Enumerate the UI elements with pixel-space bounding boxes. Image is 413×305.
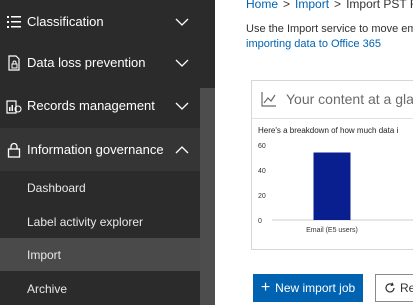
nav-item-label: Data loss prevention: [27, 55, 146, 70]
new-import-job-button[interactable]: + New import job: [253, 274, 363, 302]
breadcrumb: Home > Import > Import PST Fi: [246, 0, 413, 11]
y-tick-label-2: 40: [258, 168, 266, 175]
scrollbar-track: [200, 0, 215, 88]
y-tick-label-0: 0: [258, 218, 262, 225]
nav-item-information-governance[interactable]: Information governance: [0, 128, 215, 171]
breadcrumb-separator: >: [283, 0, 291, 11]
sidebar-scrollbar[interactable]: [200, 88, 215, 305]
sub-item-label: Import: [27, 247, 62, 262]
records-icon: [6, 99, 22, 114]
nav-item-records-management[interactable]: Records management: [0, 84, 215, 127]
nav-item-classification[interactable]: Classification: [0, 0, 215, 43]
new-import-job-label: New import job: [275, 281, 356, 295]
sidebar-item-import[interactable]: Import: [0, 238, 200, 271]
content-summary-card: Your content at a glanc Here's a breakdo…: [251, 80, 413, 250]
breadcrumb-separator: >: [334, 0, 342, 11]
chevron-up-icon: [175, 145, 189, 153]
lock-icon: [7, 142, 21, 158]
document-lock-icon: [8, 54, 20, 71]
plus-icon: +: [260, 279, 271, 296]
breadcrumb-current: Import PST Fi: [346, 0, 413, 11]
page-description: Use the Import service to move ema: [246, 23, 413, 35]
sidebar-item-archive[interactable]: Archive: [0, 272, 200, 305]
sub-item-label: Archive: [27, 281, 68, 296]
learn-more-link[interactable]: importing data to Office 365: [246, 38, 381, 50]
breadcrumb-home[interactable]: Home: [246, 0, 278, 11]
y-tick-label-1: 20: [258, 193, 266, 200]
chevron-down-icon: [175, 102, 189, 110]
nav-item-label: Classification: [27, 14, 104, 29]
line-chart-icon: [261, 92, 276, 107]
main-content: Home > Import > Import PST Fi Use the Import…: [215, 0, 413, 305]
chevron-down-icon: [175, 59, 189, 67]
left-navigation: Classification Data loss prevention Reco…: [0, 0, 215, 305]
nav-item-label: Records management: [27, 98, 155, 113]
refresh-icon: [385, 282, 395, 293]
list-icon: [7, 15, 21, 28]
bar-0[interactable]: [313, 152, 351, 221]
sidebar-item-dashboard[interactable]: Dashboard: [0, 171, 200, 204]
card-title: Your content at a glanc: [286, 91, 413, 107]
card-header: Your content at a glanc: [252, 81, 413, 119]
nav-item-label: Information governance: [27, 142, 164, 157]
sub-item-label: Label activity explorer: [27, 214, 144, 229]
storage-bar-chart: 0 20 40 60 Email (E5 users): [258, 143, 413, 234]
sub-item-label: Dashboard: [27, 180, 86, 195]
sidebar-item-label-activity-explorer[interactable]: Label activity explorer: [0, 205, 200, 238]
card-subtitle: Here's a breakdown of how much data i: [258, 126, 399, 135]
x-tick-label-0: Email (E5 users): [306, 227, 358, 234]
y-tick-label-3: 60: [258, 143, 266, 150]
refresh-button[interactable]: Re: [375, 274, 413, 302]
refresh-label: Re: [400, 281, 413, 295]
nav-item-data-loss-prevention[interactable]: Data loss prevention: [0, 41, 215, 84]
chevron-down-icon: [175, 18, 189, 26]
breadcrumb-import[interactable]: Import: [295, 0, 329, 11]
